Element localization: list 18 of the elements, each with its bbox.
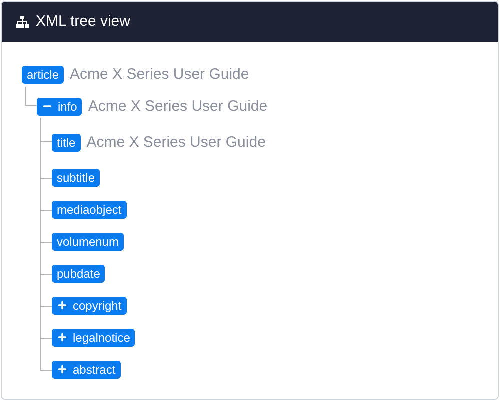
expand-icon <box>57 364 68 375</box>
expand-icon <box>57 332 68 343</box>
tag-button[interactable]: legalnotice <box>52 328 136 346</box>
tag-button[interactable]: title <box>52 134 81 152</box>
tag-button[interactable]: info <box>37 98 82 116</box>
tag-button[interactable]: article <box>22 66 64 84</box>
sitemap-icon <box>16 16 29 28</box>
node-text: Acme X Series User Guide <box>70 65 250 85</box>
panel-title: XML tree view <box>36 12 130 32</box>
tag-button[interactable]: abstract <box>52 360 121 378</box>
tag-button[interactable]: volumenum <box>52 232 124 250</box>
tag-button[interactable]: pubdate <box>52 264 106 282</box>
expand-icon <box>57 300 68 311</box>
node-text: Acme X Series User Guide <box>88 96 268 116</box>
tag-button[interactable]: subtitle <box>52 168 100 186</box>
tag-button[interactable]: mediaobject <box>52 200 127 218</box>
tag-button[interactable]: copyright <box>52 296 127 314</box>
node-text: Acme X Series User Guide <box>86 133 266 153</box>
